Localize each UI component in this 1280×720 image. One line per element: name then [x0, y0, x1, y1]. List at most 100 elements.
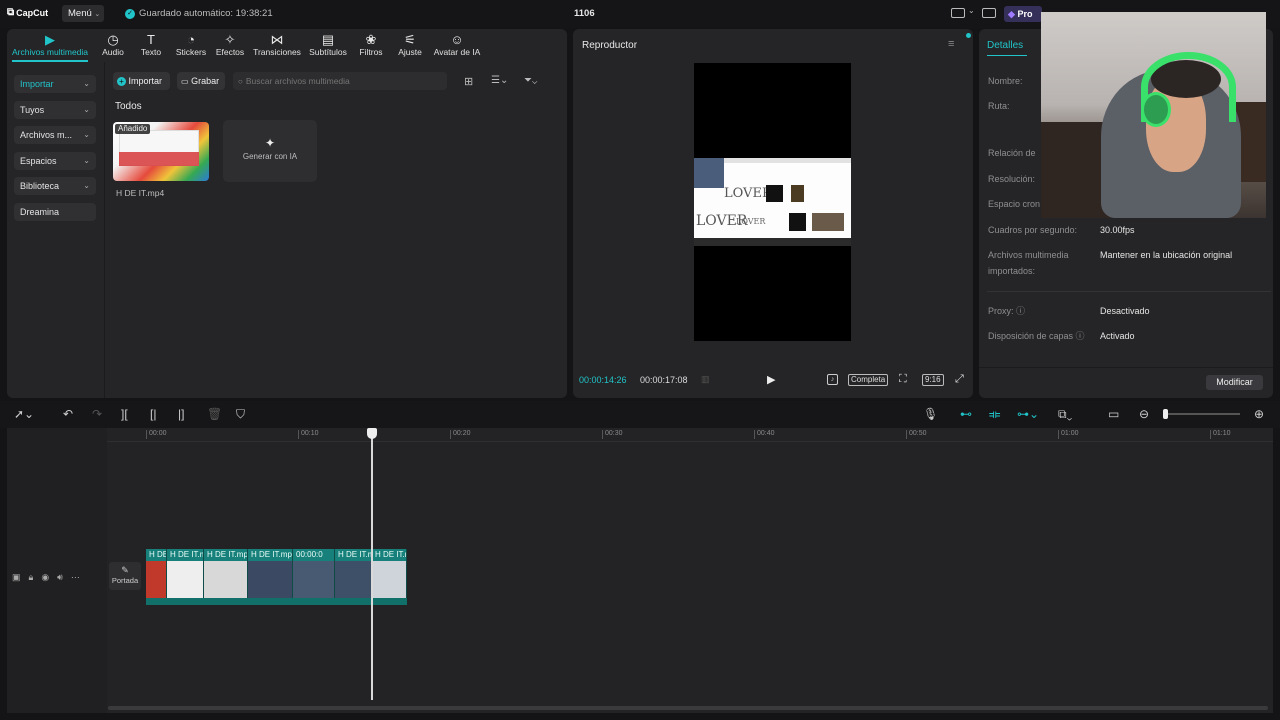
trim-right-icon[interactable]: |] [178, 407, 184, 421]
zoom-fit-icon[interactable]: ⛶ [899, 373, 907, 386]
generate-ai-card[interactable]: ✦ Generar con IA [223, 120, 317, 182]
zoom-in-icon[interactable]: ⊕ [1254, 407, 1264, 421]
fullscreen-icon[interactable]: ⤢ [955, 373, 964, 386]
tab-label: Audio [102, 47, 124, 57]
cover-button[interactable]: ✎ Portada [109, 562, 141, 590]
media-thumbnail[interactable]: Añadido [113, 122, 209, 181]
current-time: 00:00:14:26 [579, 375, 627, 385]
logo-text: CapCut [16, 7, 49, 18]
full-quality-toggle[interactable]: Completa [848, 374, 889, 386]
zoom-slider-handle[interactable] [1163, 409, 1168, 419]
project-name[interactable]: 1106 [574, 8, 595, 19]
clip-thumbnail[interactable] [146, 561, 167, 598]
track-toggle-icon[interactable]: ▣ [12, 572, 21, 583]
clip-header[interactable]: H DE IT.mp4 [335, 549, 372, 561]
auto-snap-icon[interactable]: ⟚ [989, 407, 1000, 421]
sidebar-item-2[interactable]: Tuyos ⌄ [14, 101, 96, 119]
tab-effects[interactable]: ✧ Efectos [205, 32, 255, 60]
split-icon[interactable]: ][ [121, 407, 128, 421]
camera-icon: ▭ [181, 77, 189, 86]
modify-button[interactable]: Modificar [1206, 375, 1263, 390]
details-divider-2 [979, 367, 1273, 368]
more-icon[interactable]: ⋯ [71, 572, 80, 583]
sidebar-item-1[interactable]: Importar ⌄ [14, 75, 96, 93]
clip-header[interactable]: H DE IT.mp4 [146, 549, 167, 561]
waveform-icon[interactable]: ▥ [701, 374, 710, 385]
link-main-track-icon[interactable]: ⊷ [960, 407, 972, 421]
tiktok-icon[interactable]: ♪ [827, 374, 838, 385]
pro-badge[interactable]: ◆ Pro [1004, 6, 1042, 22]
media-search[interactable]: ○ [233, 72, 447, 90]
player-title: Reproductor [582, 40, 638, 51]
record-button[interactable]: ▭ Grabar [177, 72, 225, 90]
ai-avatar-icon: ☺ [450, 32, 464, 47]
tab-label: Subtítulos [309, 47, 347, 57]
layout-icon[interactable] [951, 8, 965, 18]
pro-label: Pro [1017, 9, 1033, 19]
playhead-handle[interactable] [367, 428, 377, 439]
import-button[interactable]: + Importar [113, 72, 170, 90]
redo-icon[interactable]: ↷ [92, 407, 102, 421]
layout-chevron-icon[interactable]: ⌄ [968, 6, 975, 15]
undo-icon[interactable]: ↶ [63, 407, 73, 421]
chevron-down-icon: ⌄ [83, 130, 90, 139]
sidebar-item-6[interactable]: Dreamina [14, 203, 96, 221]
menu-button[interactable]: Menú ⌄ [62, 5, 104, 22]
tab-adjust[interactable]: ⚟ Ajuste [385, 32, 435, 60]
delete-icon[interactable]: 🗑 [207, 407, 222, 421]
chevron-down-icon: ⌄ [94, 11, 101, 18]
microphone-icon[interactable]: 🎙 [923, 407, 938, 421]
select-tool-icon[interactable]: ➚⌄ [14, 407, 34, 421]
detail-value: Mantener en la ubicación original [1100, 250, 1233, 260]
sidebar-item-4[interactable]: Espacios ⌄ [14, 152, 96, 170]
clip-header[interactable]: 00:00:0 [293, 549, 335, 561]
marker-icon[interactable]: ⛉ [236, 407, 245, 421]
zoom-out-icon[interactable]: ⊖ [1139, 407, 1149, 421]
tab-label: Filtros [359, 47, 383, 57]
generate-label: Generar con IA [242, 152, 298, 161]
clip-header[interactable]: H DE IT.mp4 [167, 549, 204, 561]
audio-icon[interactable]: 🔊︎ [57, 572, 63, 583]
sidebar-item-3[interactable]: Archivos m... ⌄ [14, 126, 96, 144]
text-icon: T [147, 32, 155, 47]
tab-label: Ajuste [398, 47, 422, 57]
tab-ai-avatar[interactable]: ☺ Avatar de IA [432, 32, 482, 60]
playhead-line[interactable] [371, 432, 373, 700]
sort-icon[interactable]: ☰⌄ [491, 75, 508, 86]
clip-thumbnail[interactable] [248, 561, 293, 598]
import-label: Importar [128, 76, 163, 86]
search-input[interactable] [245, 76, 436, 86]
clip-header[interactable]: H DE IT.mp4 [372, 549, 407, 561]
preview-person [694, 158, 724, 188]
detail-value: Activado [1100, 331, 1135, 341]
clip-thumbnail[interactable] [167, 561, 204, 598]
player-menu-icon[interactable]: ≡ [948, 38, 954, 50]
tab-label: Stickers [175, 47, 207, 57]
lock-icon[interactable]: 🔒︎ [29, 572, 34, 583]
ruler-tick [146, 430, 147, 439]
play-button[interactable]: ▶ [767, 373, 775, 386]
clip-header[interactable]: H DE IT.mp4 [204, 549, 248, 561]
clip-thumbnail[interactable] [372, 561, 407, 598]
caption-icon[interactable]: ▭ [1108, 407, 1119, 421]
preview-axis-icon[interactable]: ⧉⌄ [1058, 407, 1072, 421]
sidebar-item-5[interactable]: Biblioteca ⌄ [14, 177, 96, 195]
link-icon[interactable]: ⊶⌄ [1017, 407, 1039, 421]
ruler-tick [450, 430, 451, 439]
clip-thumbnail[interactable] [204, 561, 248, 598]
tab-transitions[interactable]: ⋈ Transiciones [252, 32, 302, 60]
clip-thumbnail[interactable] [293, 561, 335, 598]
zoom-slider[interactable] [1163, 409, 1240, 419]
shortcuts-icon[interactable] [982, 8, 996, 18]
clip-header[interactable]: H DE IT.mp4 [248, 549, 293, 561]
filter-icon[interactable]: ⏷⌄ [524, 75, 537, 86]
clip-thumbnail[interactable] [335, 561, 372, 598]
grid-view-icon[interactable]: ⊞ [464, 75, 473, 88]
eye-icon[interactable]: ◉ [41, 572, 49, 583]
tab-media[interactable]: ▶ Archivos multimedia [10, 32, 90, 60]
trim-left-icon[interactable]: [| [150, 407, 156, 421]
aspect-ratio-button[interactable]: 9:16 [922, 374, 944, 386]
autosave-text: Guardado automático: 19:38:21 [139, 8, 273, 19]
detail-label: Disposición de capas ⓘ [988, 331, 1085, 341]
timeline-scrollbar[interactable] [108, 706, 1268, 710]
